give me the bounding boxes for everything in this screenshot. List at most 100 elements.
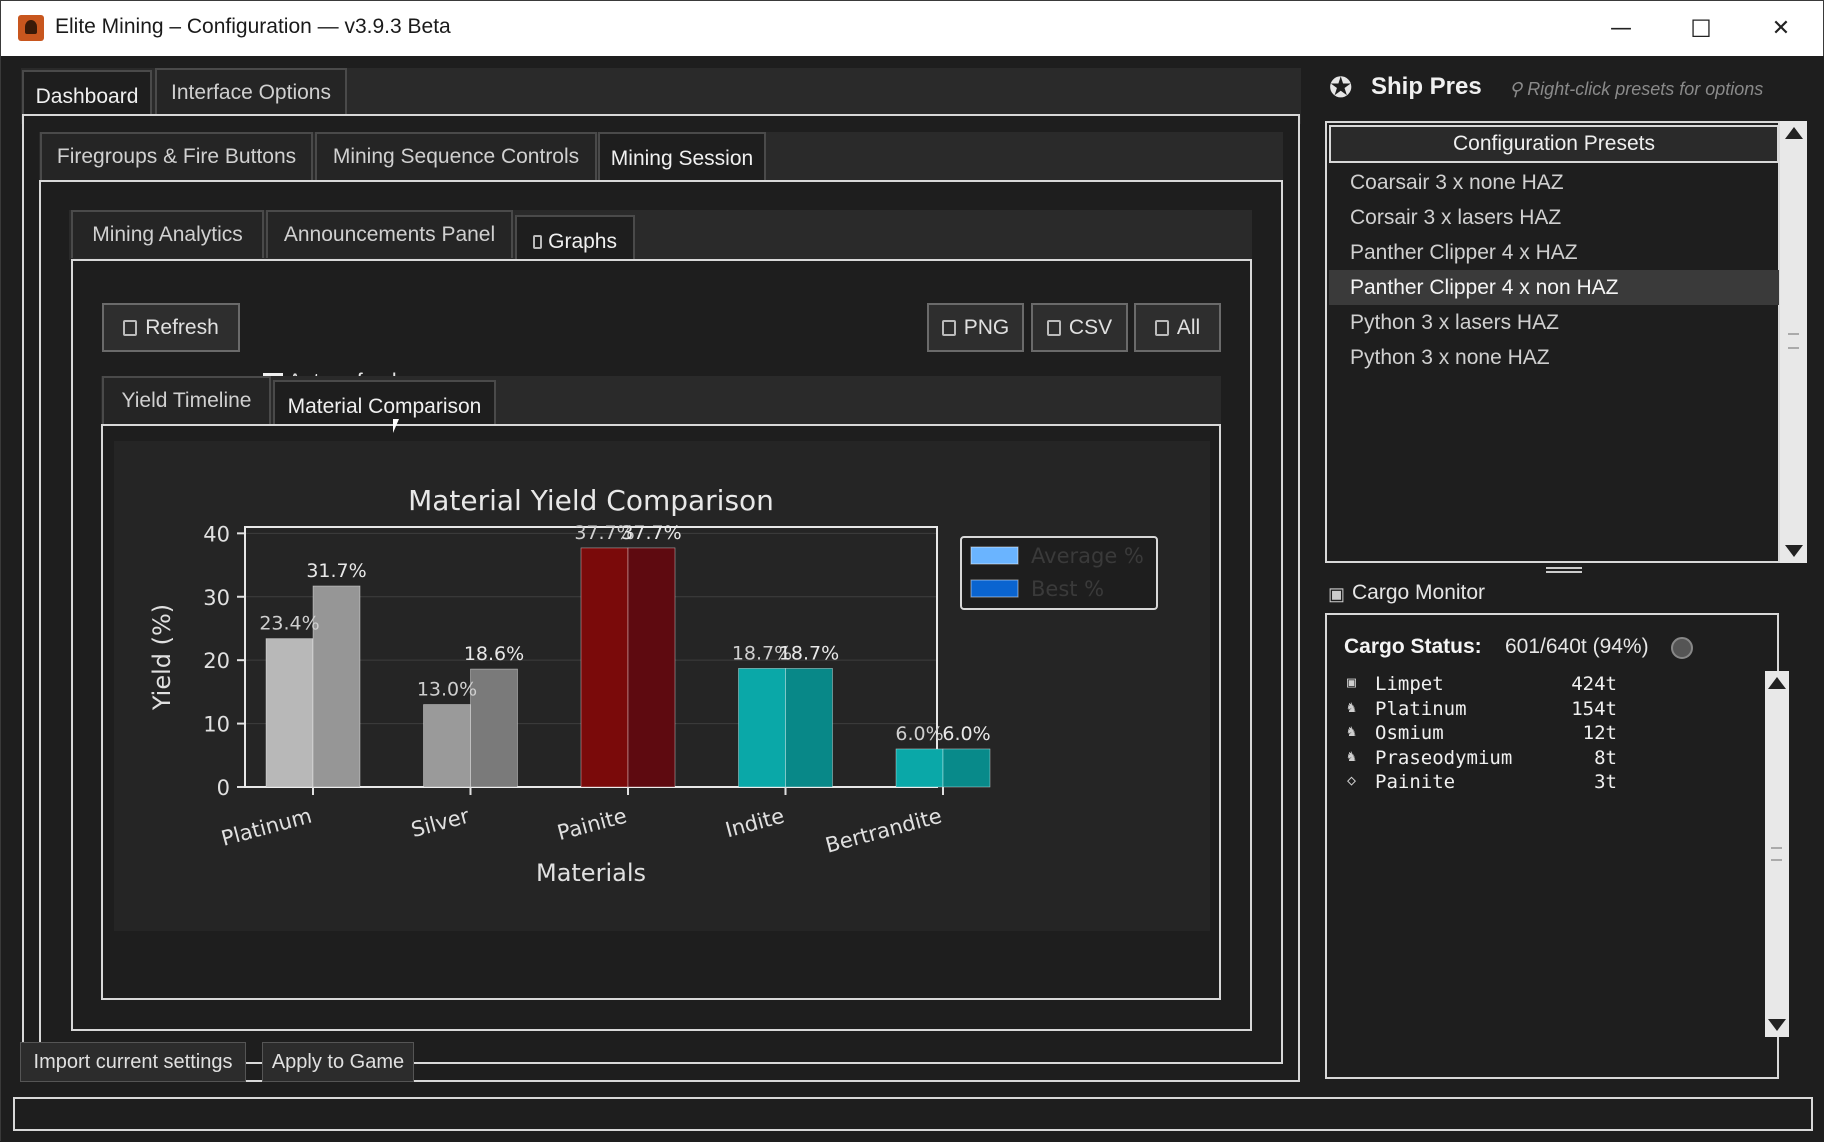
preset-item[interactable]: Panther Clipper 4 x HAZ: [1329, 235, 1779, 270]
refresh-button[interactable]: Refresh: [102, 303, 240, 352]
y-tick-label: 10: [203, 713, 230, 737]
cargo-box: Cargo Status: 601/640t (94%) ▣ Limpet 424t…: [1325, 613, 1789, 1079]
mineral-icon: ♞: [1347, 746, 1357, 765]
preset-item[interactable]: Panther Clipper 4 x non HAZ: [1329, 270, 1779, 305]
bar-best: [785, 668, 833, 788]
export-png-button[interactable]: PNG: [927, 303, 1024, 352]
import-settings-button[interactable]: Import current settings: [20, 1042, 246, 1082]
data-label-average: 6.0%: [895, 723, 943, 745]
bar-average: [895, 748, 944, 788]
status-indicator-icon: [1671, 637, 1693, 659]
bar-best: [312, 585, 361, 788]
tab-graphs-label: Graphs: [548, 230, 617, 253]
refresh-label: Refresh: [145, 315, 219, 339]
export-all-button[interactable]: All: [1134, 303, 1221, 352]
cargo-item-amount: 12t: [1582, 722, 1617, 744]
tab-announcements-panel[interactable]: Announcements Panel: [266, 210, 513, 258]
app-window: Elite Mining – Configuration — v3.9.3 Be…: [0, 0, 1824, 1142]
tab-firegroups[interactable]: Firegroups & Fire Buttons: [40, 132, 313, 180]
bar-best: [470, 668, 518, 788]
limpet-icon: ▣: [1347, 673, 1357, 691]
cargo-item-amount: 154t: [1571, 697, 1617, 720]
tab-mining-sequence[interactable]: Mining Sequence Controls: [315, 132, 597, 180]
cargo-scrollbar[interactable]: [1765, 671, 1789, 1037]
x-axis-label: Materials: [536, 859, 646, 887]
chart-area: Material Yield Comparison 0 10 20 30 40 23.4% 3…: [114, 441, 1210, 931]
x-tick-label: Platinum: [219, 804, 315, 851]
bar-average: [580, 547, 629, 788]
legend-swatch-best: [970, 579, 1019, 598]
tab-interface-options-label: Interface Options: [171, 81, 331, 104]
y-tick-label: 30: [203, 586, 230, 610]
ship-presets-title: Ship Pres: [1371, 73, 1482, 100]
x-tick-label: Bertrandite: [823, 804, 944, 858]
scroll-up-icon[interactable]: [1784, 127, 1803, 139]
tab-interface-options[interactable]: Interface Options: [155, 68, 347, 116]
y-tick-label: 20: [203, 649, 230, 673]
file-icon: [1046, 319, 1061, 336]
preset-item[interactable]: Coarsair 3 x none HAZ: [1329, 165, 1779, 200]
cargo-scroll-grip-icon[interactable]: [1771, 847, 1782, 861]
gem-icon: ◇: [1347, 771, 1357, 789]
legend-label-best: Best %: [1031, 577, 1104, 601]
export-csv-button[interactable]: CSV: [1031, 303, 1128, 352]
save-icon: [1154, 319, 1169, 336]
cargo-status-value: 601/640t (94%): [1505, 635, 1649, 658]
x-tick-label: Indite: [723, 804, 787, 843]
y-tick-label: 40: [203, 522, 230, 546]
all-label: All: [1176, 315, 1201, 339]
tab-dashboard-label: Dashboard: [35, 85, 139, 108]
presets-header: Configuration Presets: [1329, 125, 1779, 163]
y-tick-label: 0: [217, 776, 230, 800]
cargo-item-amount: 8t: [1594, 746, 1617, 769]
cargo-item-name: Osmium: [1375, 722, 1444, 744]
data-label-average: 13.0%: [417, 679, 477, 701]
cargo-scroll-down-icon[interactable]: [1768, 1019, 1786, 1031]
maximize-button[interactable]: ☐: [1661, 1, 1741, 56]
preset-item[interactable]: Corsair 3 x lasers HAZ: [1329, 200, 1779, 235]
presets-list: Configuration Presets Coarsair 3 x none …: [1325, 121, 1780, 563]
refresh-icon: [123, 319, 138, 336]
tab-mining-analytics[interactable]: Mining Analytics: [71, 210, 264, 258]
legend-swatch-average: [970, 546, 1019, 565]
presets-hint: ⚲ Right-click presets for options: [1509, 79, 1763, 100]
mouse-cursor: [393, 419, 405, 433]
title-bar: Elite Mining – Configuration — v3.9.3 Be…: [1, 1, 1823, 56]
x-tick-label: Painite: [555, 804, 630, 845]
tab-mining-session-label: Mining Session: [610, 147, 754, 170]
preset-item[interactable]: Python 3 x none HAZ: [1329, 340, 1779, 375]
cargo-scroll-up-icon[interactable]: [1768, 677, 1786, 689]
cargo-item-name: Platinum: [1375, 697, 1467, 720]
scroll-down-icon[interactable]: [1784, 545, 1803, 557]
tab-yield-timeline[interactable]: Yield Timeline: [102, 376, 271, 424]
cargo-status-label: Cargo Status:: [1344, 635, 1482, 658]
legend-label-average: Average %: [1031, 544, 1144, 568]
ship-icon: ✪: [1329, 72, 1353, 103]
presets-scrollbar[interactable]: [1780, 121, 1807, 563]
data-label-average: 23.4%: [259, 613, 319, 635]
bar-average: [738, 668, 786, 788]
close-button[interactable]: ✕: [1741, 1, 1821, 56]
preset-item[interactable]: Python 3 x lasers HAZ: [1329, 305, 1779, 340]
tab-mining-session[interactable]: Mining Session: [598, 132, 766, 184]
yield-comparison-chart: Material Yield Comparison 0 10 20 30 40 23.4% 3…: [148, 484, 1158, 887]
scroll-grip-icon[interactable]: [1788, 333, 1799, 349]
data-label-best: 18.7%: [779, 642, 839, 664]
mineral-icon: ♞: [1347, 722, 1357, 740]
data-label-best: 6.0%: [942, 723, 990, 745]
status-bar: [13, 1097, 1813, 1131]
data-label-best: 31.7%: [306, 560, 366, 582]
cargo-item-name: Praseodymium: [1375, 746, 1513, 769]
cargo-monitor-title: Cargo Monitor: [1352, 581, 1486, 604]
tab-firegroups-label: Firegroups & Fire Buttons: [56, 145, 297, 168]
minimize-button[interactable]: —: [1581, 1, 1661, 56]
chart-title: Material Yield Comparison: [408, 484, 774, 517]
chart-icon: [533, 235, 543, 249]
image-icon: [941, 319, 956, 336]
splitter-handle[interactable]: [1546, 567, 1582, 573]
x-tick-label: Silver: [409, 804, 473, 843]
tab-yield-timeline-label: Yield Timeline: [121, 389, 252, 412]
cargo-icon: ▣: [1328, 584, 1346, 604]
apply-to-game-button[interactable]: Apply to Game: [262, 1042, 414, 1082]
bar-average: [265, 638, 314, 788]
